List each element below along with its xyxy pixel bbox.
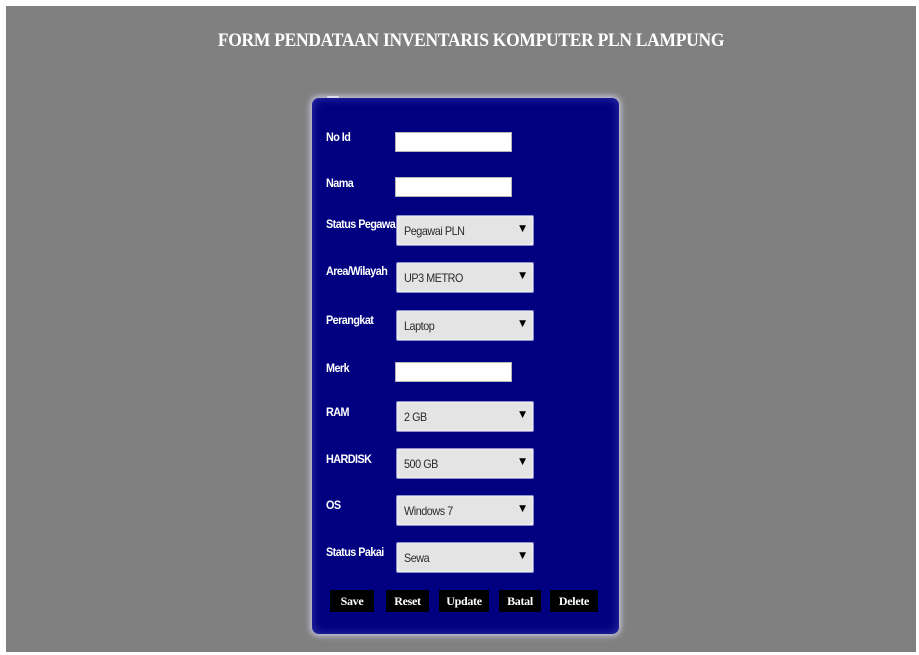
perangkat-select[interactable]: Laptop ▼ — [396, 310, 534, 341]
form-row-status-pakai: Status Pakai Sewa ▼ — [312, 541, 619, 573]
delete-button[interactable]: Delete — [550, 590, 598, 612]
chevron-down-icon: ▼ — [519, 319, 526, 329]
form-row-no-id: No Id — [312, 125, 619, 155]
status-pakai-label: Status Pakai — [326, 545, 384, 559]
page-title: FORM PENDATAAN INVENTARIS KOMPUTER PLN L… — [217, 30, 725, 51]
status-pegawai-select[interactable]: Pegawai PLN ▼ — [396, 215, 534, 246]
form-row-status-pegawai: Status Pegawai Pegawai PLN ▼ — [312, 214, 619, 246]
no-id-label: No Id — [326, 130, 351, 144]
form-row-os: OS Windows 7 ▼ — [312, 494, 619, 526]
form-action-bar: Save Reset Update Batal Delete — [312, 590, 619, 616]
ram-select[interactable]: 2 GB ▼ — [396, 401, 534, 432]
chevron-down-icon: ▼ — [519, 410, 526, 420]
hardisk-label: HARDISK — [326, 452, 372, 466]
perangkat-selected-value: Laptop — [404, 319, 435, 333]
chevron-down-icon: ▼ — [519, 224, 526, 234]
area-wilayah-select[interactable]: UP3 METRO ▼ — [396, 262, 534, 293]
chevron-down-icon: ▼ — [519, 457, 526, 467]
save-button[interactable]: Save — [330, 590, 374, 612]
merk-input[interactable] — [395, 362, 512, 382]
form-row-merk: Merk — [312, 356, 619, 386]
form-row-nama: Nama — [312, 171, 619, 201]
merk-label: Merk — [326, 361, 350, 375]
page-background: FORM PENDATAAN INVENTARIS KOMPUTER PLN L… — [6, 6, 916, 652]
hardisk-selected-value: 500 GB — [404, 457, 438, 471]
form-row-hardisk: HARDISK 500 GB ▼ — [312, 447, 619, 479]
ram-label: RAM — [326, 405, 350, 419]
hardisk-select[interactable]: 500 GB ▼ — [396, 448, 534, 479]
form-row-perangkat: Perangkat Laptop ▼ — [312, 308, 619, 341]
nama-input[interactable] — [395, 177, 512, 197]
status-pakai-select[interactable]: Sewa ▼ — [396, 542, 534, 573]
status-pakai-selected-value: Sewa — [404, 551, 430, 565]
os-label: OS — [326, 498, 341, 512]
update-button[interactable]: Update — [439, 590, 489, 612]
os-selected-value: Windows 7 — [404, 504, 453, 518]
area-wilayah-label: Area/Wilayah — [326, 264, 388, 278]
ram-selected-value: 2 GB — [404, 410, 427, 424]
status-pegawai-label: Status Pegawai — [326, 217, 398, 231]
reset-button[interactable]: Reset — [386, 590, 429, 612]
os-select[interactable]: Windows 7 ▼ — [396, 495, 534, 526]
chevron-down-icon: ▼ — [519, 551, 526, 561]
form-row-area-wilayah: Area/Wilayah UP3 METRO ▼ — [312, 261, 619, 293]
form-row-ram: RAM 2 GB ▼ — [312, 400, 619, 432]
chevron-down-icon: ▼ — [519, 504, 526, 514]
inventory-form-panel: No Id Nama Status Pegawai Pegawai PLN ▼ … — [312, 98, 619, 634]
batal-button[interactable]: Batal — [499, 590, 541, 612]
perangkat-label: Perangkat — [326, 313, 374, 327]
nama-label: Nama — [326, 176, 354, 190]
chevron-down-icon: ▼ — [519, 271, 526, 281]
status-pegawai-selected-value: Pegawai PLN — [404, 224, 465, 238]
no-id-input[interactable] — [395, 132, 512, 152]
area-wilayah-selected-value: UP3 METRO — [404, 271, 463, 285]
